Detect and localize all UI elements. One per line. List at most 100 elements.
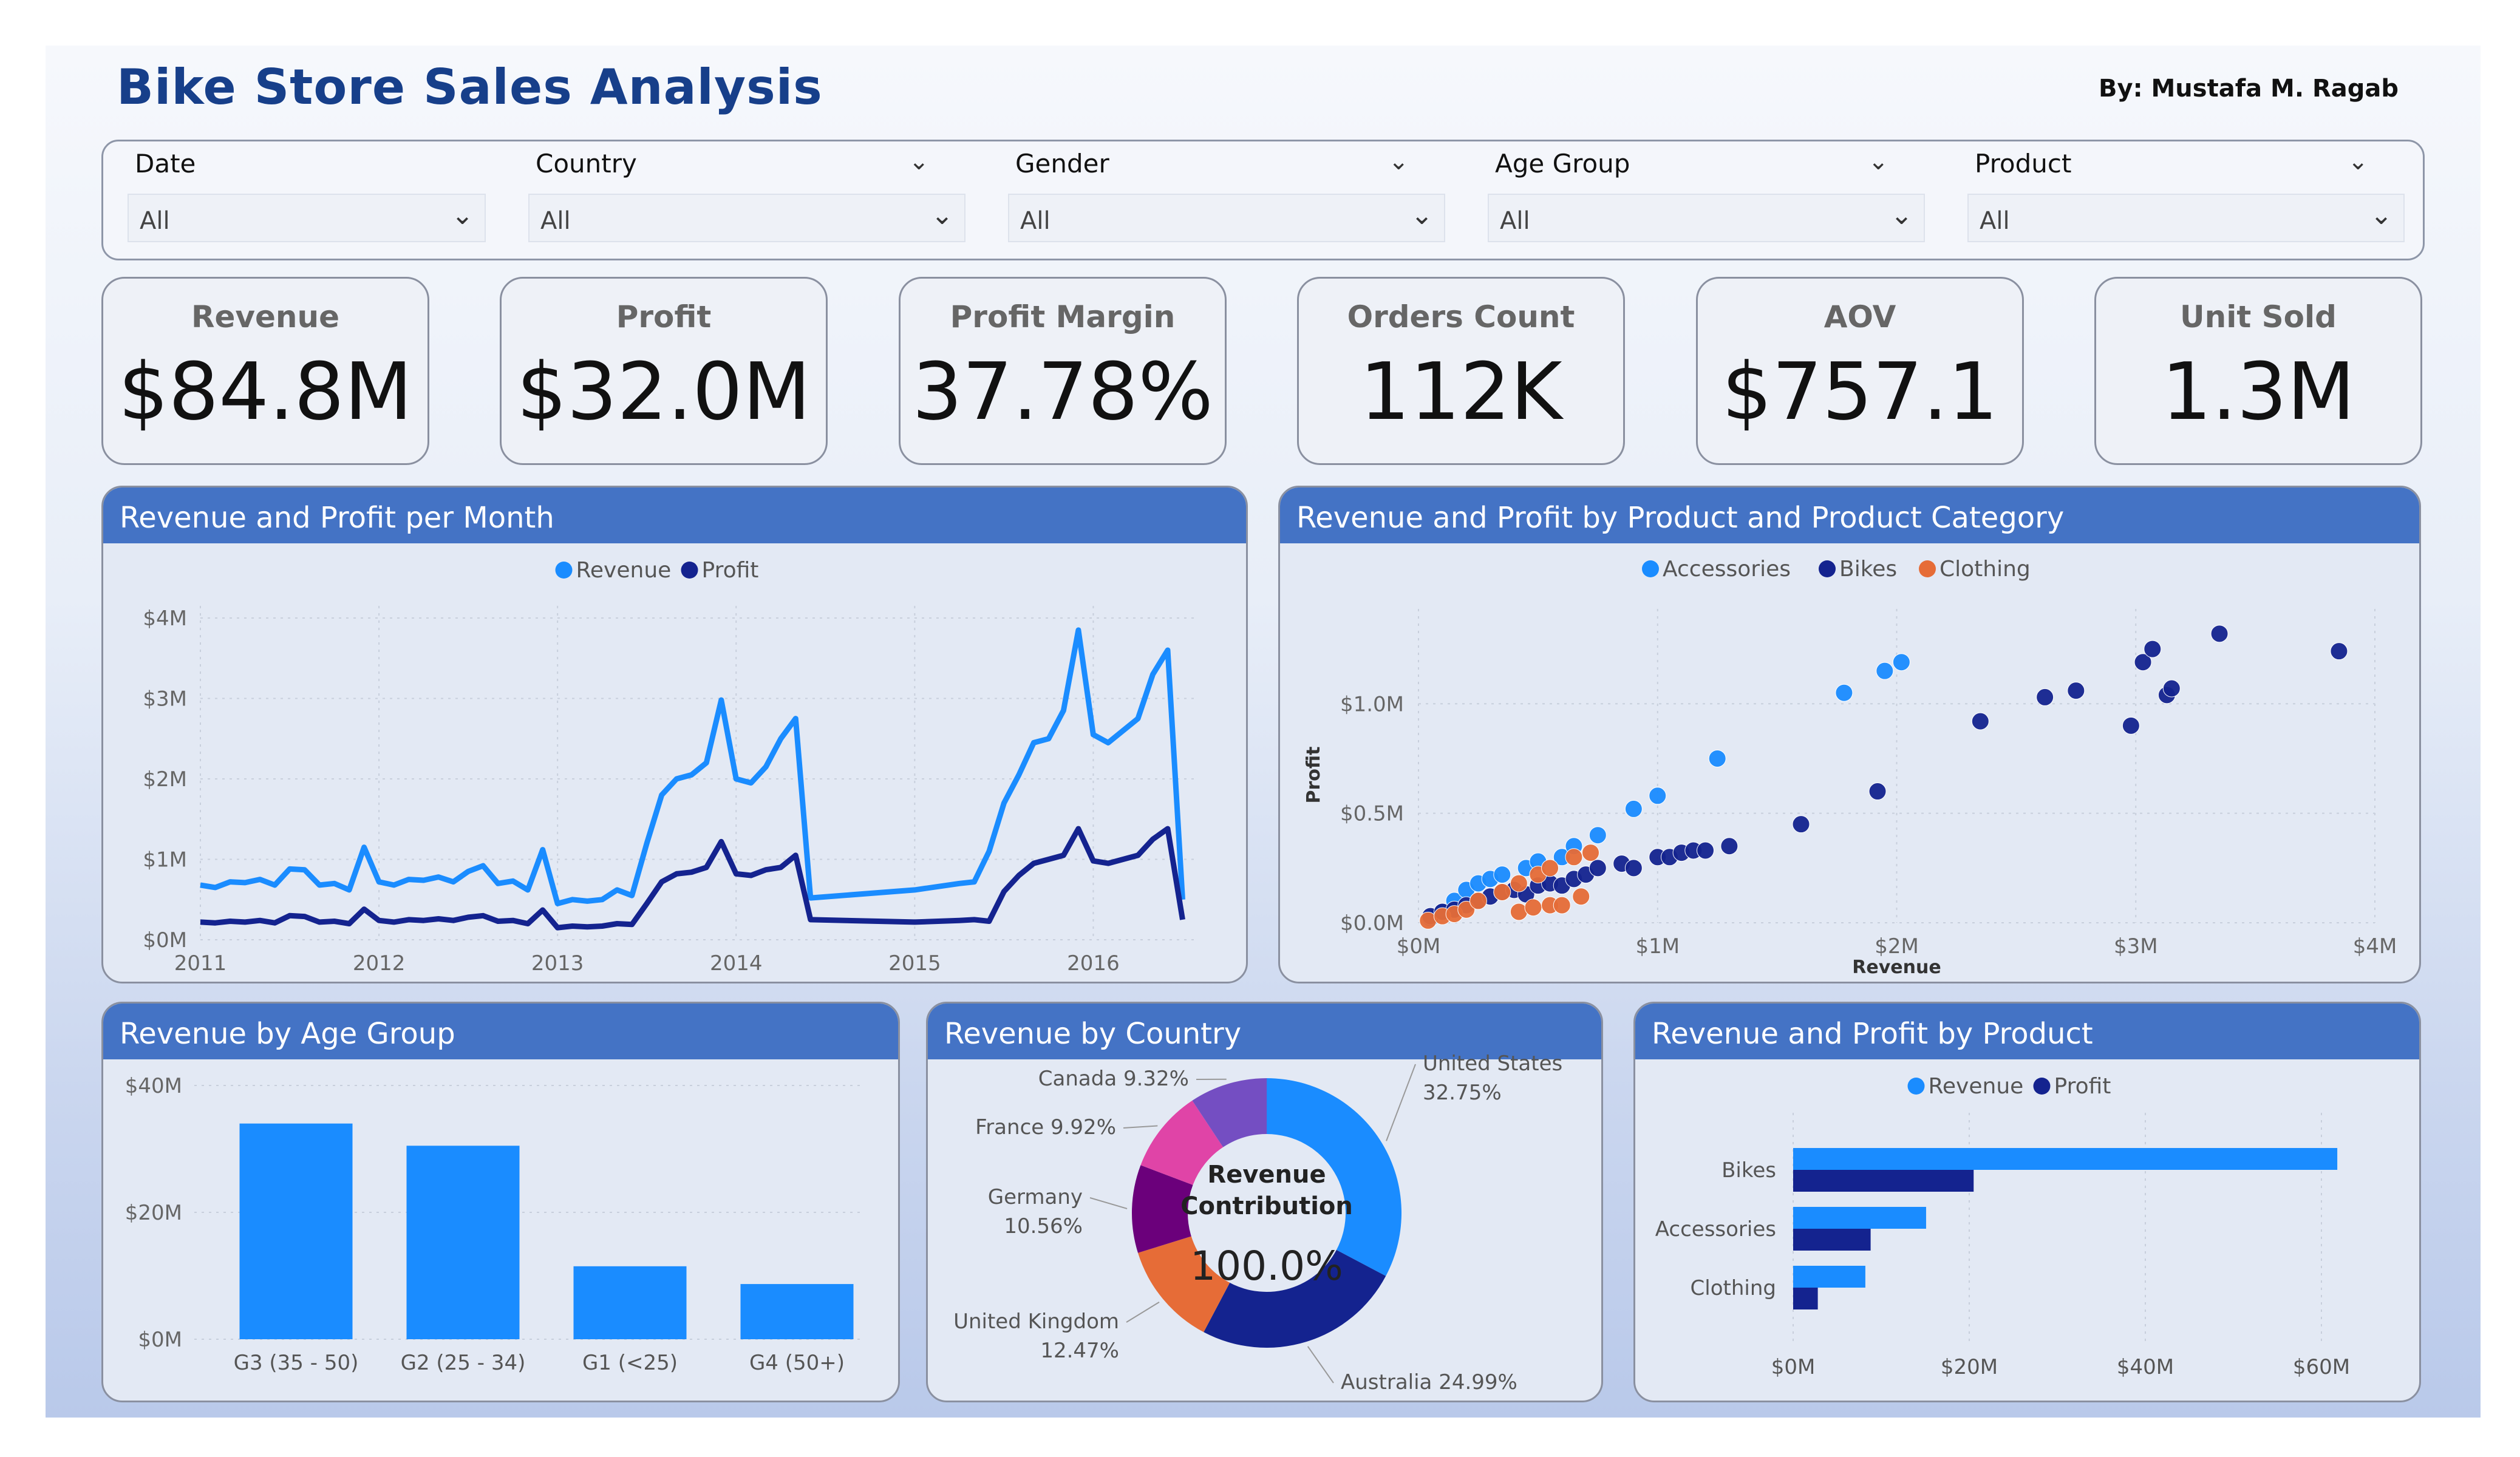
bar-profit	[1793, 1288, 1818, 1309]
x-tick-label: 2014	[710, 951, 763, 976]
chart-revenue-profit-product[interactable]: Revenue Profit $0M $20M $40M $60M Bikes Accesso…	[1635, 1004, 2419, 1401]
y-tick-label: $20M	[125, 1201, 182, 1225]
dashboard-canvas: Bike Store Sales Analysis By: Mustafa M.…	[46, 46, 2481, 1418]
donut-center-label: Revenue	[1207, 1161, 1326, 1189]
chevron-down-icon[interactable]: ⌄	[1411, 200, 1433, 231]
filter-dropdown[interactable]: All ⌄	[1488, 194, 1925, 242]
filter-value: All	[1500, 207, 1530, 235]
filter-dropdown[interactable]: All ⌄	[528, 194, 965, 242]
x-tick-label: G1 (<25)	[582, 1351, 678, 1375]
chart-revenue-country[interactable]: United States 32.75% Australia 24.99% Unite…	[928, 1004, 1601, 1401]
scatter-point-bikes	[1589, 859, 1607, 877]
filter-label: Country	[536, 149, 637, 178]
scatter-point-bikes	[1792, 815, 1810, 834]
legend-label: Revenue	[1929, 1074, 2024, 1099]
x-tick-label: $20M	[1941, 1355, 1998, 1379]
scatter-point-clothing	[1524, 898, 1542, 917]
scatter-point-bikes	[1720, 837, 1738, 855]
x-tick-label: $1M	[1635, 934, 1680, 959]
scatter-point-accessories	[1493, 866, 1511, 884]
panel-revenue-country: Revenue by Country United States 32.75% Au…	[926, 1002, 1603, 1402]
legend-marker	[681, 562, 698, 579]
chevron-down-icon[interactable]: ⌄	[1868, 148, 1888, 175]
y-tick-label: $3M	[143, 687, 187, 712]
scatter-point-bikes	[2036, 688, 2054, 706]
filter-value: All	[140, 207, 170, 235]
kpi-card-profit-margin: Profit Margin 37.78%	[899, 277, 1227, 465]
legend-marker	[1819, 560, 1836, 577]
x-tick-label: G4 (50+)	[749, 1351, 845, 1375]
kpi-label: Profit Margin	[950, 299, 1176, 335]
filter-dropdown[interactable]: All ⌄	[1008, 194, 1445, 242]
bar-revenue	[1793, 1207, 1926, 1229]
leader-line	[1386, 1064, 1416, 1141]
kpi-card-aov: AOV $757.1	[1696, 277, 2024, 465]
report-title: Bike Store Sales Analysis	[117, 59, 823, 115]
scatter-point-bikes	[2122, 716, 2140, 735]
chevron-down-icon[interactable]: ⌄	[451, 200, 474, 231]
legend-label: Profit	[702, 558, 759, 583]
filter-value: All	[540, 207, 571, 235]
chevron-down-icon[interactable]: ⌄	[908, 148, 929, 175]
filter-date[interactable]: Date All ⌄	[103, 141, 547, 259]
bar	[239, 1123, 353, 1339]
line-series-profit	[200, 826, 1185, 931]
scatter-point-bikes	[2144, 640, 2162, 658]
slice-label: Australia 24.99%	[1341, 1370, 1517, 1394]
kpi-label: Unit Sold	[2180, 299, 2337, 335]
x-tick-label: $3M	[2114, 934, 2158, 959]
scatter-point-bikes	[1868, 783, 1887, 801]
leader-line	[1307, 1346, 1334, 1384]
scatter-point-clothing	[1572, 888, 1590, 906]
filter-label: Date	[135, 149, 196, 178]
kpi-value: $84.8M	[118, 345, 413, 438]
slice-label: United States	[1423, 1051, 1562, 1076]
chart-revenue-age-group[interactable]: $0M $20M $40M G3 (35 - 50) G2 (25 - 34) G1 (<…	[103, 1004, 898, 1401]
slice-label: 12.47%	[1040, 1339, 1119, 1363]
kpi-value: 1.3M	[2161, 345, 2355, 438]
x-tick-label: $2M	[1875, 934, 1919, 959]
filter-product[interactable]: Product ⌄ All ⌄	[1943, 141, 2405, 259]
chevron-down-icon[interactable]: ⌄	[1388, 148, 1409, 175]
scatter-point-clothing	[1553, 896, 1571, 914]
filter-label: Gender	[1015, 149, 1109, 178]
chevron-down-icon[interactable]: ⌄	[2370, 200, 2392, 231]
y-tick-label: $0M	[138, 1328, 182, 1352]
filter-value: All	[1980, 207, 2010, 235]
filter-country[interactable]: Country ⌄ All ⌄	[504, 141, 965, 259]
y-tick-label: $40M	[125, 1074, 182, 1098]
scatter-point-clothing	[1510, 874, 1528, 892]
x-tick-label: 2013	[531, 951, 584, 976]
slice-label: Germany	[988, 1185, 1083, 1209]
y-tick-label: Clothing	[1691, 1276, 1776, 1300]
y-tick-label: $0.0M	[1340, 911, 1404, 936]
scatter-point-accessories	[1708, 749, 1726, 767]
scatter-point-accessories	[1624, 800, 1643, 818]
scatter-point-accessories	[1649, 787, 1667, 805]
chart-revenue-profit-category[interactable]: Accessories Bikes Clothing $0.0M $0.5M $1.0M $…	[1280, 487, 2419, 982]
filter-value: All	[1020, 207, 1051, 235]
kpi-label: Revenue	[191, 299, 340, 335]
chevron-down-icon[interactable]: ⌄	[1890, 200, 1913, 231]
chevron-down-icon[interactable]: ⌄	[931, 200, 953, 231]
x-tick-label: 2016	[1067, 951, 1120, 976]
y-tick-label: $2M	[143, 767, 187, 792]
filter-dropdown[interactable]: All ⌄	[1967, 194, 2405, 242]
slice-label: France 9.92%	[975, 1115, 1116, 1139]
legend-marker	[1907, 1078, 1925, 1095]
y-tick-label: Bikes	[1721, 1158, 1776, 1183]
scatter-point-clothing	[1469, 892, 1487, 910]
chevron-down-icon[interactable]: ⌄	[2348, 148, 2368, 175]
legend-label: Revenue	[576, 558, 672, 583]
chart-revenue-profit-month[interactable]: Revenue Profit $0M $1M $2M $3M $4M 2011 2012 2013…	[103, 487, 1246, 982]
filter-label: Age Group	[1495, 149, 1630, 178]
scatter-point-bikes	[1697, 841, 1714, 860]
filter-age-group[interactable]: Age Group ⌄ All ⌄	[1463, 141, 1925, 259]
filter-gender[interactable]: Gender ⌄ All ⌄	[984, 141, 1445, 259]
kpi-value: $757.1	[1721, 345, 1998, 438]
x-tick-label: 2015	[888, 951, 941, 976]
leader-line	[1123, 1125, 1158, 1129]
legend-marker	[1919, 560, 1936, 577]
scatter-point-bikes	[2210, 625, 2229, 643]
filter-dropdown[interactable]: All ⌄	[128, 194, 486, 242]
